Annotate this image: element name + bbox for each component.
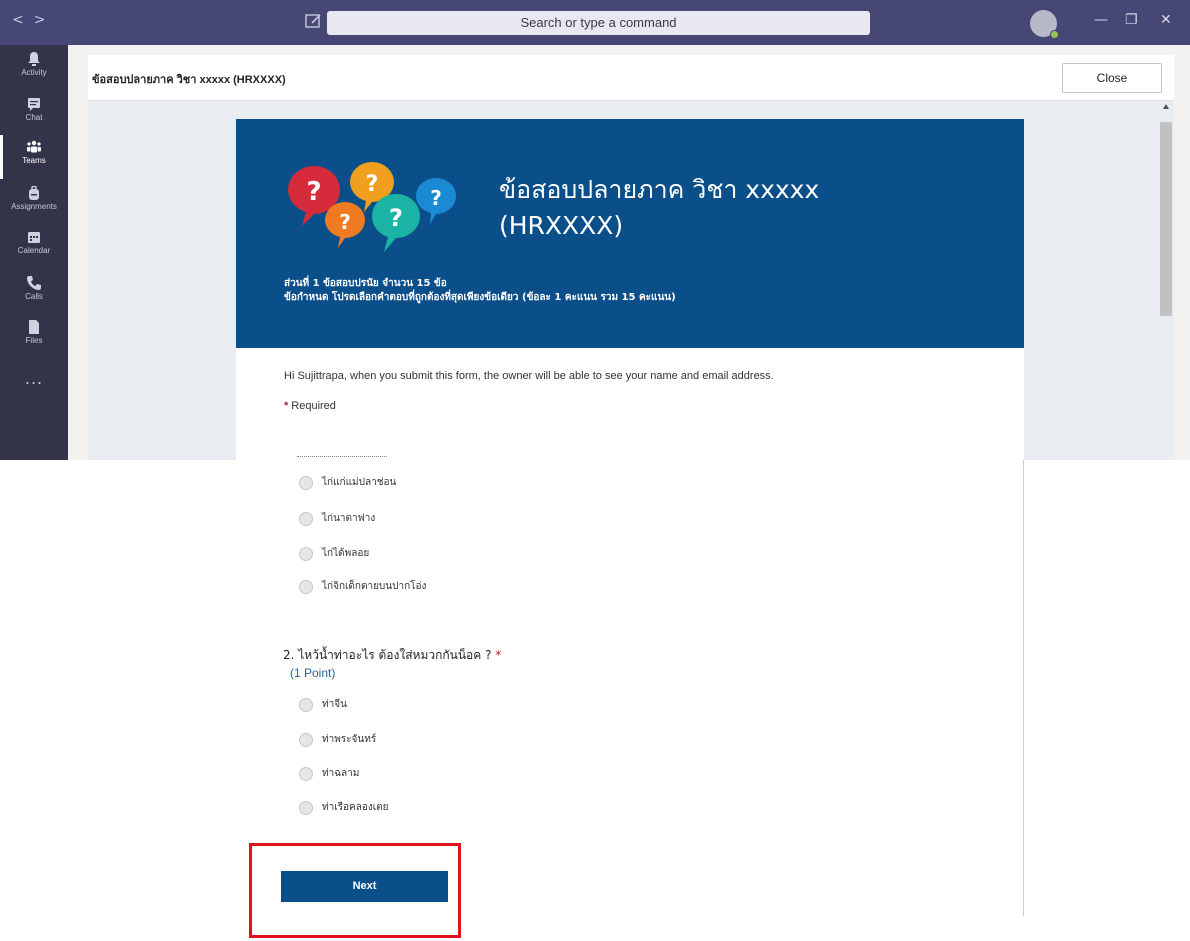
rail-item-label: Calls xyxy=(25,292,43,301)
radio-button[interactable] xyxy=(299,801,313,815)
required-star: * xyxy=(284,400,289,412)
required-note: * Required xyxy=(284,400,336,412)
question-bubbles-icon: ? ? ? ? ? xyxy=(288,162,456,252)
form-header-bar: ข้อสอบปลายภาค วิชา xxxxx (HRXXXX) Close xyxy=(88,55,1174,101)
svg-text:?: ? xyxy=(366,172,379,197)
radio-button[interactable] xyxy=(299,580,313,594)
phone-icon xyxy=(27,276,41,290)
privacy-notice: Hi Sujittrapa, when you submit this form… xyxy=(284,370,774,382)
radio-button[interactable] xyxy=(299,547,313,561)
radio-button[interactable] xyxy=(299,767,313,781)
rail-item-assignments[interactable]: Assignments xyxy=(0,181,68,225)
question-2-title: 2. ไหว้น้ำท่าอะไร ต้องใส่หมวกกันน็อค ? * xyxy=(283,646,501,665)
option-label: ท่าจีน xyxy=(322,699,347,710)
rail-item-label: Activity xyxy=(21,68,47,77)
rail-item-label: Chat xyxy=(25,113,43,122)
file-icon xyxy=(29,320,39,334)
required-label: Required xyxy=(291,400,336,412)
radio-button[interactable] xyxy=(299,476,313,490)
radio-button[interactable] xyxy=(299,733,313,747)
history-navigation: <> xyxy=(12,12,55,28)
option-label: ไก่ได้พลอย xyxy=(322,548,370,559)
rail-item-activity[interactable]: Activity xyxy=(0,47,68,91)
option-label: ไก่แก่แม่ปลาช่อน xyxy=(322,477,397,488)
close-button[interactable]: Close xyxy=(1062,63,1162,93)
form-description: ส่วนที่ 1 ข้อสอบปรนัย จำนวน 15 ข้อ ข้อกำ… xyxy=(284,277,676,305)
svg-text:?: ? xyxy=(430,186,442,210)
svg-text:?: ? xyxy=(306,177,321,207)
option-label: ไก่นาตาฟาง xyxy=(322,513,376,524)
scroll-up-icon[interactable] xyxy=(1163,104,1169,109)
page-title: ข้อสอบปลายภาค วิชา xxxxx (HRXXXX) xyxy=(92,74,286,86)
rail-item-calendar[interactable]: Calendar xyxy=(0,225,68,269)
rail-item-label: Teams xyxy=(22,156,46,165)
rail-item-calls[interactable]: Calls xyxy=(0,271,68,315)
backpack-icon xyxy=(29,185,39,200)
chevron-left-icon[interactable]: < xyxy=(12,12,34,28)
question-text: 2. ไหว้น้ำท่าอะไร ต้องใส่หมวกกันน็อค ? xyxy=(283,648,492,662)
chat-icon xyxy=(28,98,40,111)
minimize-button[interactable]: — xyxy=(1094,12,1108,28)
rail-item-teams[interactable]: Teams xyxy=(0,135,68,179)
rail-item-chat[interactable]: Chat xyxy=(0,92,68,136)
search-input[interactable]: Search or type a command xyxy=(327,11,870,35)
compose-icon[interactable] xyxy=(305,13,323,29)
crop-divider xyxy=(297,456,387,460)
app-rail: Activity Chat Teams Assignments Calendar… xyxy=(0,45,68,460)
required-star: * xyxy=(495,648,502,662)
more-apps-button[interactable]: ... xyxy=(0,369,68,388)
teams-icon xyxy=(27,140,41,153)
presence-status-icon xyxy=(1050,30,1059,39)
bell-icon xyxy=(28,52,40,66)
form-body xyxy=(236,348,1024,460)
rail-item-label: Assignments xyxy=(11,202,57,211)
maximize-button[interactable]: ❐ xyxy=(1125,12,1138,28)
rail-item-files[interactable]: Files xyxy=(0,315,68,359)
svg-text:?: ? xyxy=(339,210,351,234)
next-button[interactable]: Next xyxy=(281,871,448,902)
close-window-button[interactable]: ✕ xyxy=(1160,12,1172,28)
chevron-right-icon[interactable]: > xyxy=(34,12,56,28)
form-instructions-line: ข้อกำหนด โปรดเลือกคำตอบที่ถูกต้องที่สุดเ… xyxy=(284,292,676,303)
option-label: ท่าเรือคลองเตย xyxy=(322,802,389,813)
option-label: ท่าพระจันทร์ xyxy=(322,734,377,745)
form-title: ข้อสอบปลายภาค วิชา xxxxx (HRXXXX) xyxy=(499,175,820,240)
scrollbar-thumb[interactable] xyxy=(1160,122,1172,316)
option-label: ไก่จิกเด็กตายบนปากโอ่ง xyxy=(322,581,427,592)
rail-item-label: Files xyxy=(25,336,43,345)
calendar-icon xyxy=(28,232,40,243)
svg-text:?: ? xyxy=(389,204,403,232)
question-points: (1 Point) xyxy=(290,666,336,680)
radio-button[interactable] xyxy=(299,512,313,526)
rail-item-label: Calendar xyxy=(17,246,51,255)
form-section-line: ส่วนที่ 1 ข้อสอบปรนัย จำนวน 15 ข้อ xyxy=(284,278,447,289)
option-label: ท่าฉลาม xyxy=(322,768,360,779)
radio-button[interactable] xyxy=(299,698,313,712)
